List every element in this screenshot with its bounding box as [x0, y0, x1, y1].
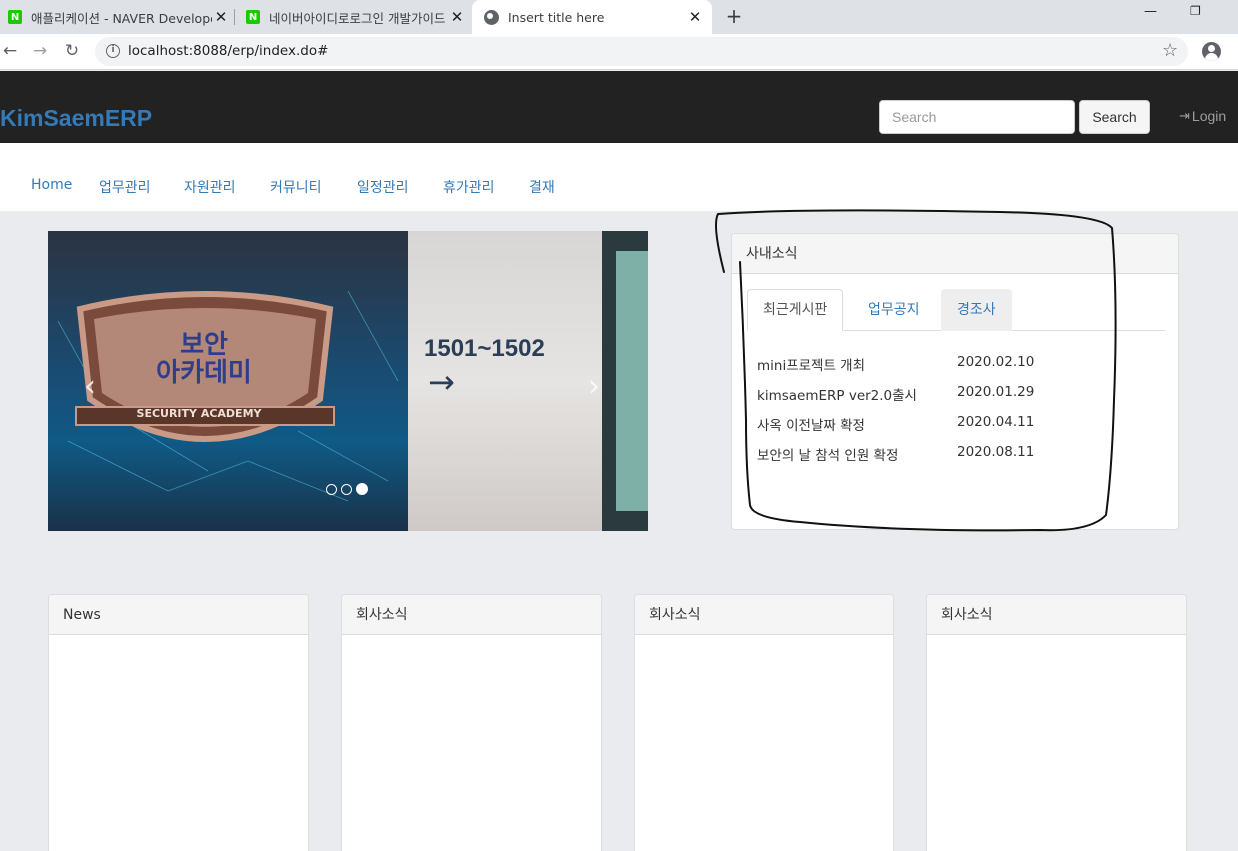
- tab-recent-board[interactable]: 최근게시판: [747, 289, 844, 331]
- panel-heading: 사내소식: [732, 234, 1178, 274]
- new-tab-button[interactable]: +: [724, 5, 744, 29]
- close-icon[interactable]: ✕: [686, 8, 704, 26]
- browser-tab-title: 애플리케이션 - NAVER Developers: [31, 10, 212, 26]
- panel-heading: News: [49, 595, 308, 635]
- menu-item-approval[interactable]: 결재: [529, 177, 555, 197]
- carousel-indicator[interactable]: [341, 484, 352, 495]
- image-carousel: 보안 아카데미 SECURITY ACADEMY 1501~1502 → ‹ ›: [48, 231, 648, 531]
- browser-tab-bar: N 애플리케이션 - NAVER Developers ✕ N 네이버아이디로로…: [0, 0, 1238, 34]
- address-bar[interactable]: i localhost:8088/erp/index.do#: [95, 37, 1188, 66]
- browser-tab-title: Insert title here: [508, 9, 605, 25]
- menu-item-home[interactable]: Home: [31, 177, 72, 193]
- menu-item-resources[interactable]: 자원관리: [184, 177, 236, 197]
- post-date: 2020.08.11: [957, 444, 1035, 460]
- post-title[interactable]: 사옥 이전날짜 확정: [757, 414, 865, 434]
- brand-logo[interactable]: KimSaemERP: [0, 105, 152, 132]
- forward-icon[interactable]: →: [30, 41, 50, 61]
- site-navbar: KimSaemERP Search ⇥ Login: [0, 71, 1238, 143]
- post-date: 2020.01.29: [957, 384, 1035, 400]
- panel-heading: 회사소식: [927, 595, 1186, 635]
- minimize-icon[interactable]: —: [1144, 4, 1157, 19]
- carousel-next-icon[interactable]: ›: [588, 369, 600, 404]
- news-tabs: 최근게시판 업무공지 경조사: [747, 289, 1165, 331]
- login-label: Login: [1191, 108, 1227, 124]
- tab-work-notice[interactable]: 업무공지: [852, 289, 936, 331]
- shield-title: 보안 아카데미: [156, 330, 252, 388]
- profile-icon[interactable]: [1202, 42, 1221, 61]
- post-title[interactable]: mini프로젝트 개최: [757, 354, 865, 374]
- arrow-right-icon: →: [428, 363, 455, 401]
- post-title[interactable]: 보안의 날 참석 인원 확정: [757, 444, 898, 464]
- carousel-photo-strip: [602, 231, 648, 531]
- company-news-panel-3: 회사소식: [634, 594, 894, 851]
- search-input[interactable]: [879, 100, 1075, 134]
- door-sign-text: 1501~1502: [424, 335, 545, 362]
- restore-icon[interactable]: ❐: [1190, 4, 1201, 18]
- post-date: 2020.04.11: [957, 414, 1035, 430]
- panel-heading: 회사소식: [342, 595, 601, 635]
- menu-item-schedule[interactable]: 일정관리: [357, 177, 409, 197]
- post-title[interactable]: kimsaemERP ver2.0출시: [757, 384, 917, 404]
- login-icon: ⇥: [1179, 108, 1190, 123]
- tab-divider: [234, 9, 235, 25]
- reload-icon[interactable]: ↻: [62, 41, 82, 61]
- info-icon[interactable]: i: [106, 44, 120, 58]
- main-menu: Home 업무관리 자원관리 커뮤니티 일정관리 휴가관리 결재: [0, 143, 1238, 211]
- bookmark-star-icon[interactable]: ☆: [1162, 40, 1178, 61]
- company-news-panel: 사내소식 최근게시판 업무공지 경조사 mini프로젝트 개최 2020.02.…: [731, 233, 1179, 530]
- globe-icon: [484, 9, 499, 25]
- browser-tab-active[interactable]: Insert title here ✕: [472, 0, 712, 34]
- panel-heading: 회사소식: [635, 595, 893, 635]
- menu-item-community[interactable]: 커뮤니티: [270, 177, 322, 197]
- url-text: localhost:8088/erp/index.do#: [128, 43, 329, 59]
- browser-tab[interactable]: N 애플리케이션 - NAVER Developers ✕: [8, 0, 230, 34]
- search-button[interactable]: Search: [1079, 100, 1150, 134]
- tab-events[interactable]: 경조사: [941, 289, 1012, 331]
- naver-favicon-icon: N: [246, 10, 260, 24]
- shield-subtitle: SECURITY ACADEMY: [136, 407, 262, 420]
- close-icon[interactable]: ✕: [212, 8, 230, 26]
- company-news-panel-4: 회사소식: [926, 594, 1187, 851]
- post-date: 2020.02.10: [957, 354, 1035, 370]
- browser-tab-title: 네이버아이디로로그인 개발가이드: [269, 10, 446, 26]
- company-news-panel-2: 회사소식: [341, 594, 602, 851]
- menu-item-work[interactable]: 업무관리: [99, 177, 151, 197]
- carousel-indicators: [326, 483, 368, 495]
- close-icon[interactable]: ✕: [448, 8, 466, 26]
- menu-item-vacation[interactable]: 휴가관리: [443, 177, 495, 197]
- back-icon[interactable]: ←: [0, 41, 20, 61]
- naver-favicon-icon: N: [8, 10, 22, 24]
- login-link[interactable]: ⇥ Login: [1179, 108, 1226, 124]
- carousel-prev-icon[interactable]: ‹: [84, 369, 96, 404]
- browser-toolbar: ← → ↻ i localhost:8088/erp/index.do#: [0, 34, 1238, 70]
- carousel-indicator-active[interactable]: [356, 483, 368, 495]
- browser-tab[interactable]: N 네이버아이디로로그인 개발가이드 ✕: [246, 0, 466, 34]
- news-panel: News: [48, 594, 309, 851]
- carousel-indicator[interactable]: [326, 484, 337, 495]
